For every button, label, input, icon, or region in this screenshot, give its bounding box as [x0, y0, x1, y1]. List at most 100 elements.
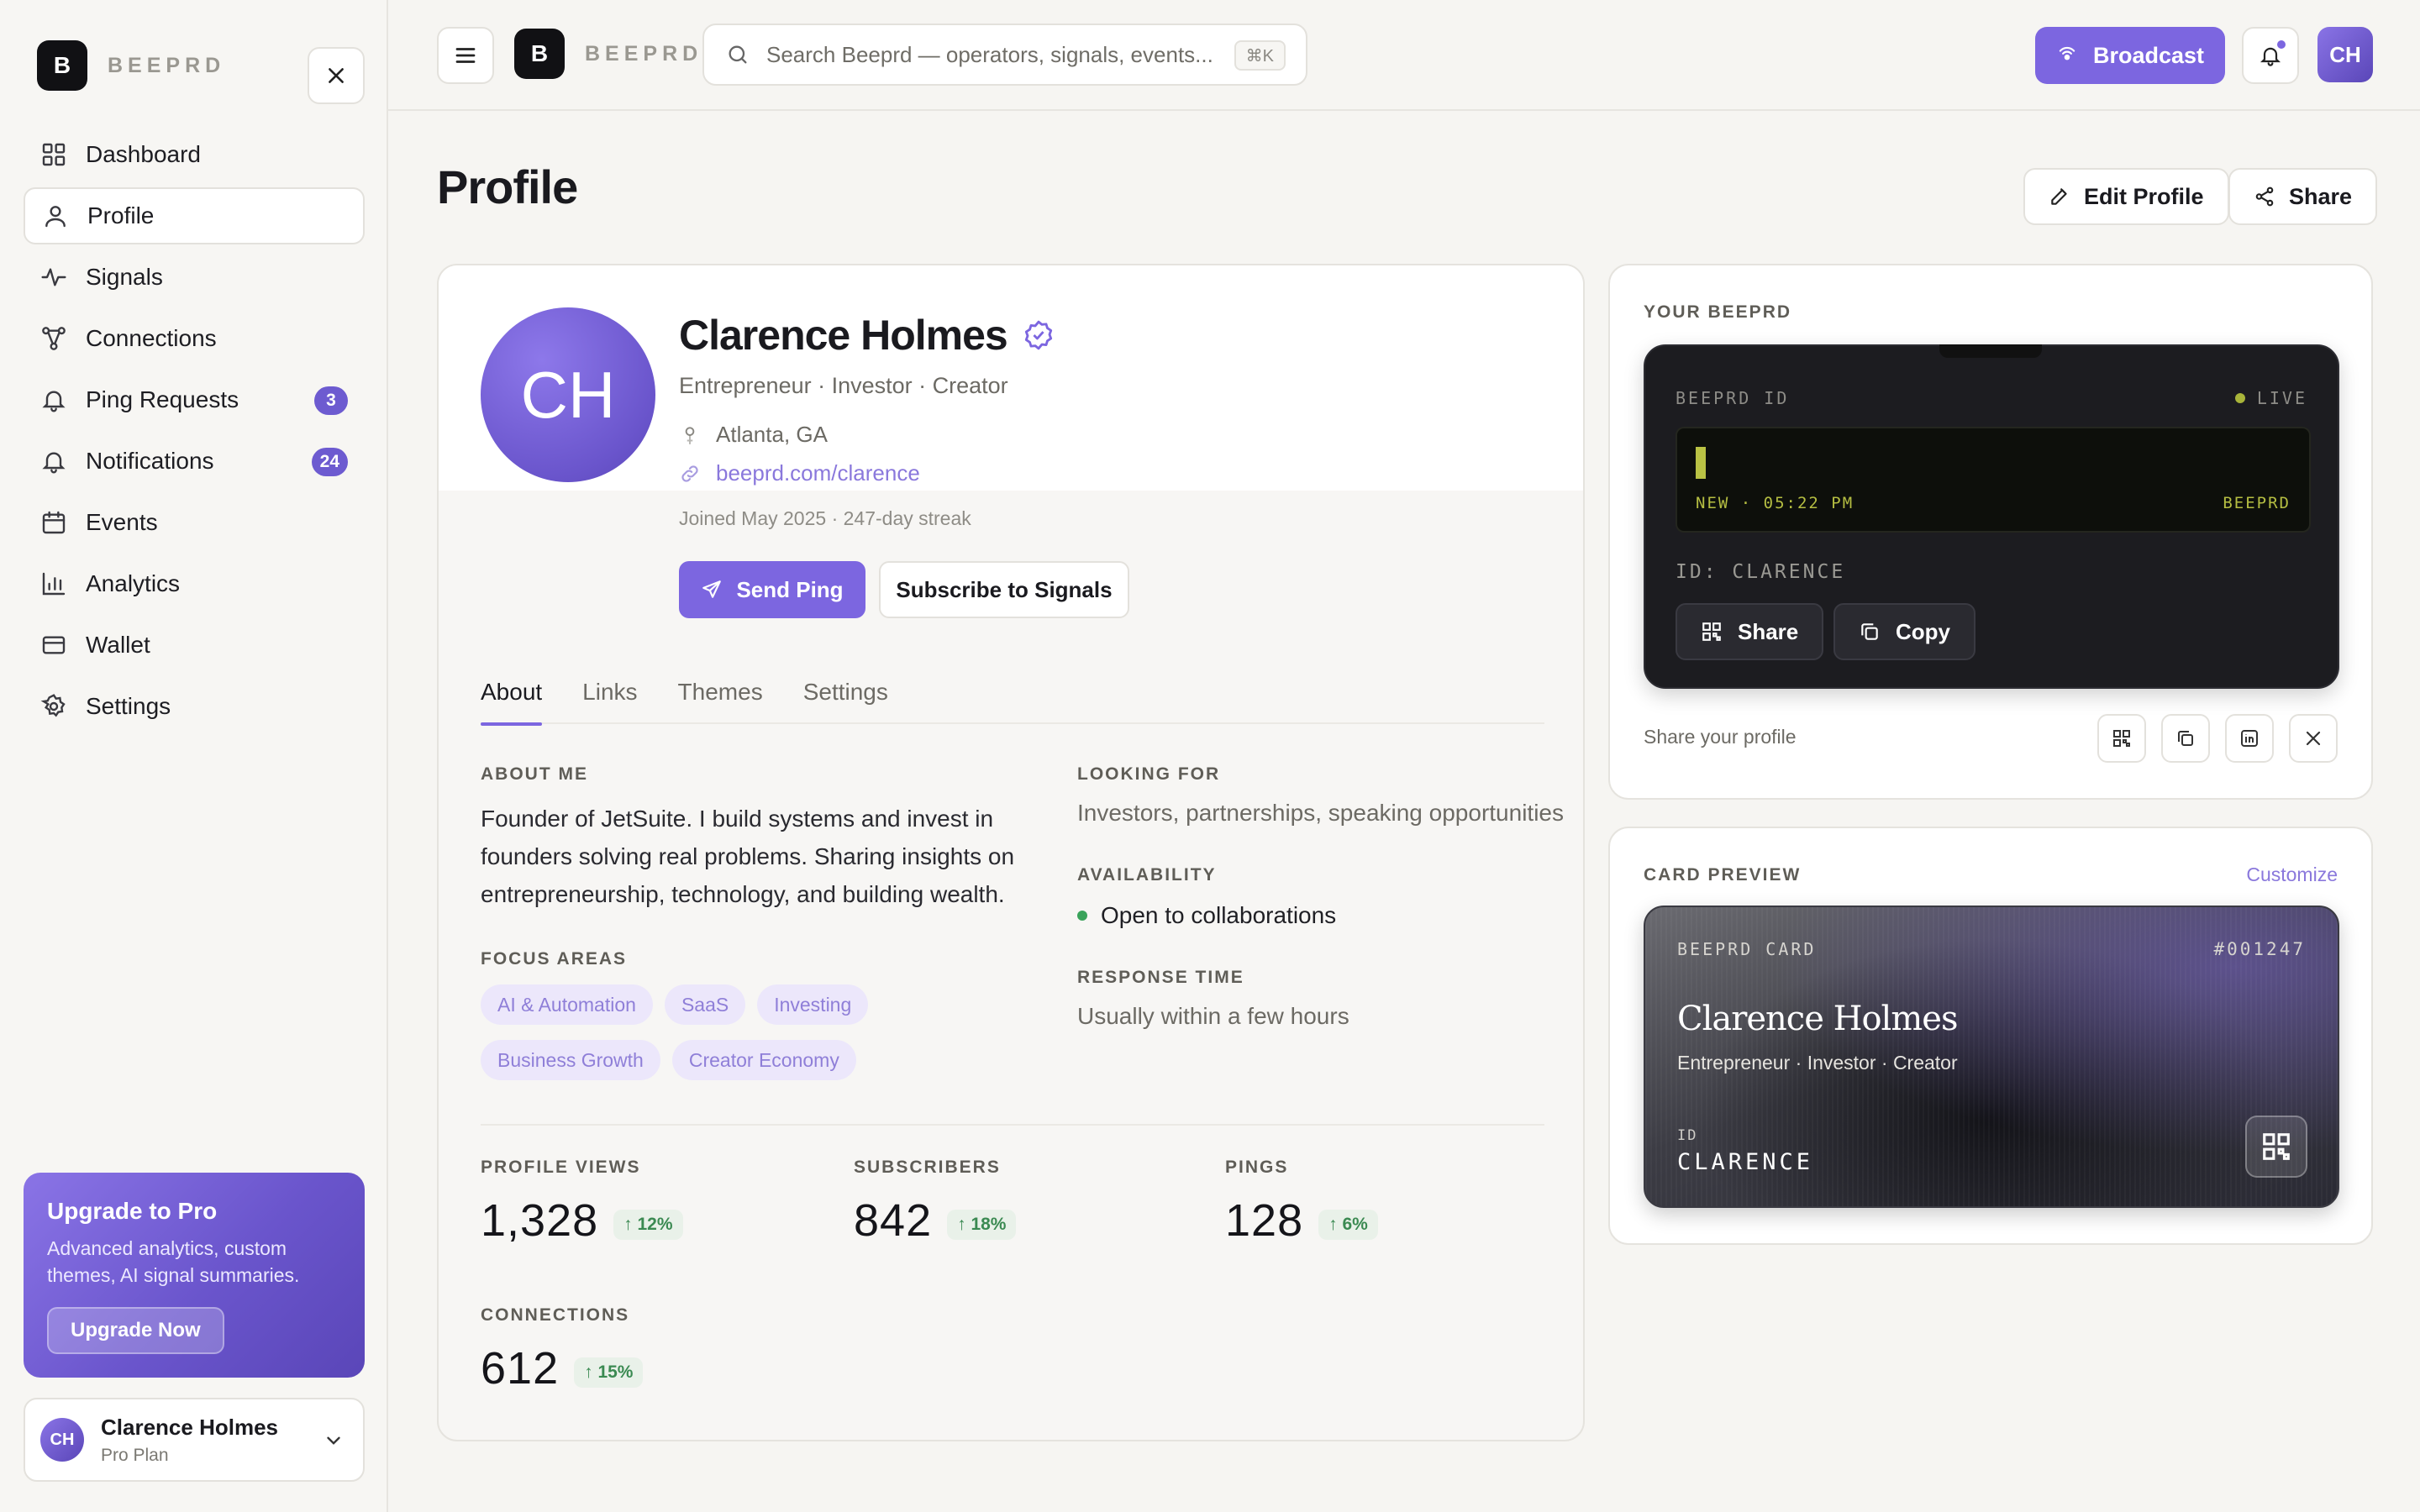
availability-text: Open to collaborations — [1101, 902, 1337, 928]
brand-name: BEEPRD — [585, 41, 703, 66]
calendar-icon — [42, 511, 66, 534]
edit-profile-button[interactable]: Edit Profile — [2023, 168, 2229, 225]
focus-chip[interactable]: Investing — [757, 984, 869, 1025]
sidebar-item-notifications[interactable]: Notifications 24 — [24, 433, 365, 490]
stat-label: PINGS — [1225, 1158, 1289, 1177]
sidebar-item-dashboard[interactable]: Dashboard — [24, 126, 365, 183]
sidebar-item-settings[interactable]: Settings — [24, 678, 365, 735]
broadcast-button[interactable]: Broadcast — [2035, 27, 2225, 84]
page-title: Profile — [437, 160, 578, 213]
sidebar-item-label: Dashboard — [86, 141, 201, 167]
card-qr-button[interactable] — [2245, 1116, 2307, 1178]
sidebar: B BEEPRD Dashboard Profile Signals Conne… — [0, 0, 388, 1512]
stat-delta: ↑ 18% — [947, 1210, 1017, 1240]
stat-value: 612 — [481, 1343, 560, 1394]
tab-about[interactable]: About — [481, 679, 543, 726]
card-title: Entrepreneur · Investor · Creator — [1677, 1052, 1958, 1074]
stat-pings: PINGS 128 ↑ 6% — [1225, 1158, 1378, 1247]
send-ping-label: Send Ping — [736, 576, 844, 602]
sidebar-item-label: Analytics — [86, 570, 181, 596]
subscribe-button[interactable]: Subscribe to Signals — [879, 561, 1129, 618]
wallet-icon — [42, 636, 66, 654]
qr-icon — [2113, 730, 2130, 747]
ping-requests-badge: 3 — [314, 386, 348, 415]
stat-value: 128 — [1225, 1195, 1304, 1246]
sidebar-item-label: Notifications — [86, 448, 214, 474]
sidebar-item-wallet[interactable]: Wallet — [24, 617, 365, 674]
availability-label: AVAILABILITY — [1077, 865, 1217, 885]
copy-link-button[interactable] — [2161, 714, 2210, 763]
focus-chip[interactable]: Creator Economy — [671, 1040, 856, 1080]
send-icon — [702, 580, 722, 598]
sidebar-item-label: Profile — [87, 202, 155, 228]
qr-icon — [2263, 1133, 2290, 1160]
beeprd-card: BEEPRD CARD #001247 Clarence Holmes Entr… — [1644, 906, 2339, 1208]
qr-share-button[interactable] — [2097, 714, 2146, 763]
joined-text: Joined May 2025 · 247-day streak — [679, 507, 971, 529]
sidebar-nav: Dashboard Profile Signals Connections Pi… — [24, 126, 365, 739]
stat-label: PROFILE VIEWS — [481, 1158, 641, 1177]
tab-links[interactable]: Links — [582, 679, 637, 724]
profile-link[interactable]: beeprd.com/clarence — [679, 460, 920, 486]
share-button[interactable]: Share — [2228, 168, 2378, 225]
network-icon — [42, 327, 66, 350]
device-copy-label: Copy — [1896, 618, 1950, 644]
profile-title: Entrepreneur · Investor · Creator — [679, 373, 1008, 398]
card-preview-panel: CARD PREVIEW Customize BEEPRD CARD #0012… — [1608, 827, 2373, 1245]
stat-delta-value: 15% — [597, 1362, 634, 1382]
sidebar-item-analytics[interactable]: Analytics — [24, 555, 365, 612]
focus-chip[interactable]: AI & Automation — [481, 984, 653, 1025]
divider — [481, 1124, 1544, 1126]
account-avatar[interactable]: CH — [2317, 27, 2373, 82]
sidebar-item-label: Wallet — [86, 632, 150, 658]
search-placeholder: Search Beeprd — operators, signals, even… — [766, 41, 1213, 67]
sidebar-item-ping-requests[interactable]: Ping Requests 3 — [24, 371, 365, 428]
beeprd-device: BEEPRD ID LIVE NEW · 05:22 PM BEEPRD ID:… — [1644, 344, 2339, 689]
bell-icon — [42, 391, 66, 412]
response-label: RESPONSE TIME — [1077, 968, 1244, 987]
notifications-button[interactable] — [2242, 27, 2299, 84]
panel-label: CARD PREVIEW — [1644, 865, 1802, 885]
device-copy-button[interactable]: Copy — [1833, 603, 1975, 660]
menu-button[interactable] — [437, 27, 494, 84]
share-profile-text: Share your profile — [1644, 726, 1797, 748]
close-icon — [329, 68, 344, 83]
brand-name: BEEPRD — [108, 53, 226, 77]
sidebar-item-profile[interactable]: Profile — [24, 187, 365, 244]
user-menu[interactable]: CH Clarence Holmes Pro Plan — [24, 1398, 365, 1482]
copy-icon — [1861, 623, 1878, 640]
topbar-brand[interactable]: B BEEPRD — [514, 29, 702, 79]
focus-chip[interactable]: SaaS — [664, 984, 746, 1025]
profile-location: Atlanta, GA — [679, 422, 828, 448]
sidebar-brand[interactable]: B BEEPRD — [37, 40, 225, 91]
tab-themes[interactable]: Themes — [678, 679, 763, 724]
search-input[interactable]: Search Beeprd — operators, signals, even… — [702, 24, 1307, 86]
brand-logo: B — [514, 29, 565, 79]
send-ping-button[interactable]: Send Ping — [679, 561, 865, 618]
focus-chip[interactable]: Business Growth — [481, 1040, 660, 1080]
sidebar-item-label: Ping Requests — [86, 386, 239, 412]
device-uid: ID: CLARENCE — [1676, 561, 1846, 583]
sidebar-item-connections[interactable]: Connections — [24, 310, 365, 367]
device-id-label: BEEPRD ID — [1676, 388, 1790, 408]
device-screen: NEW · 05:22 PM BEEPRD — [1676, 427, 2311, 533]
stat-subscribers: SUBSCRIBERS 842 ↑ 18% — [854, 1158, 1017, 1247]
linkedin-share-button[interactable] — [2225, 714, 2274, 763]
profile-card: CH Clarence Holmes Entrepreneur · Invest… — [437, 264, 1585, 1441]
device-share-button[interactable]: Share — [1676, 603, 1824, 660]
grid-icon — [42, 143, 66, 166]
profile-tabs: About Links Themes Settings — [481, 679, 1544, 726]
stat-row: 612 ↑ 15% — [481, 1342, 644, 1394]
close-sidebar-button[interactable] — [308, 47, 365, 104]
x-share-button[interactable] — [2289, 714, 2338, 763]
sidebar-item-signals[interactable]: Signals — [24, 249, 365, 306]
stat-value: 842 — [854, 1195, 933, 1246]
customize-link[interactable]: Customize — [2246, 864, 2338, 886]
tab-settings[interactable]: Settings — [803, 679, 888, 724]
panel-label: YOUR BEEPRD — [1644, 302, 1792, 322]
notification-dot — [2275, 39, 2287, 50]
upgrade-now-button[interactable]: Upgrade Now — [47, 1307, 224, 1354]
sidebar-item-events[interactable]: Events — [24, 494, 365, 551]
card-id-label: ID — [1677, 1127, 1698, 1144]
link-text: beeprd.com/clarence — [716, 460, 920, 486]
